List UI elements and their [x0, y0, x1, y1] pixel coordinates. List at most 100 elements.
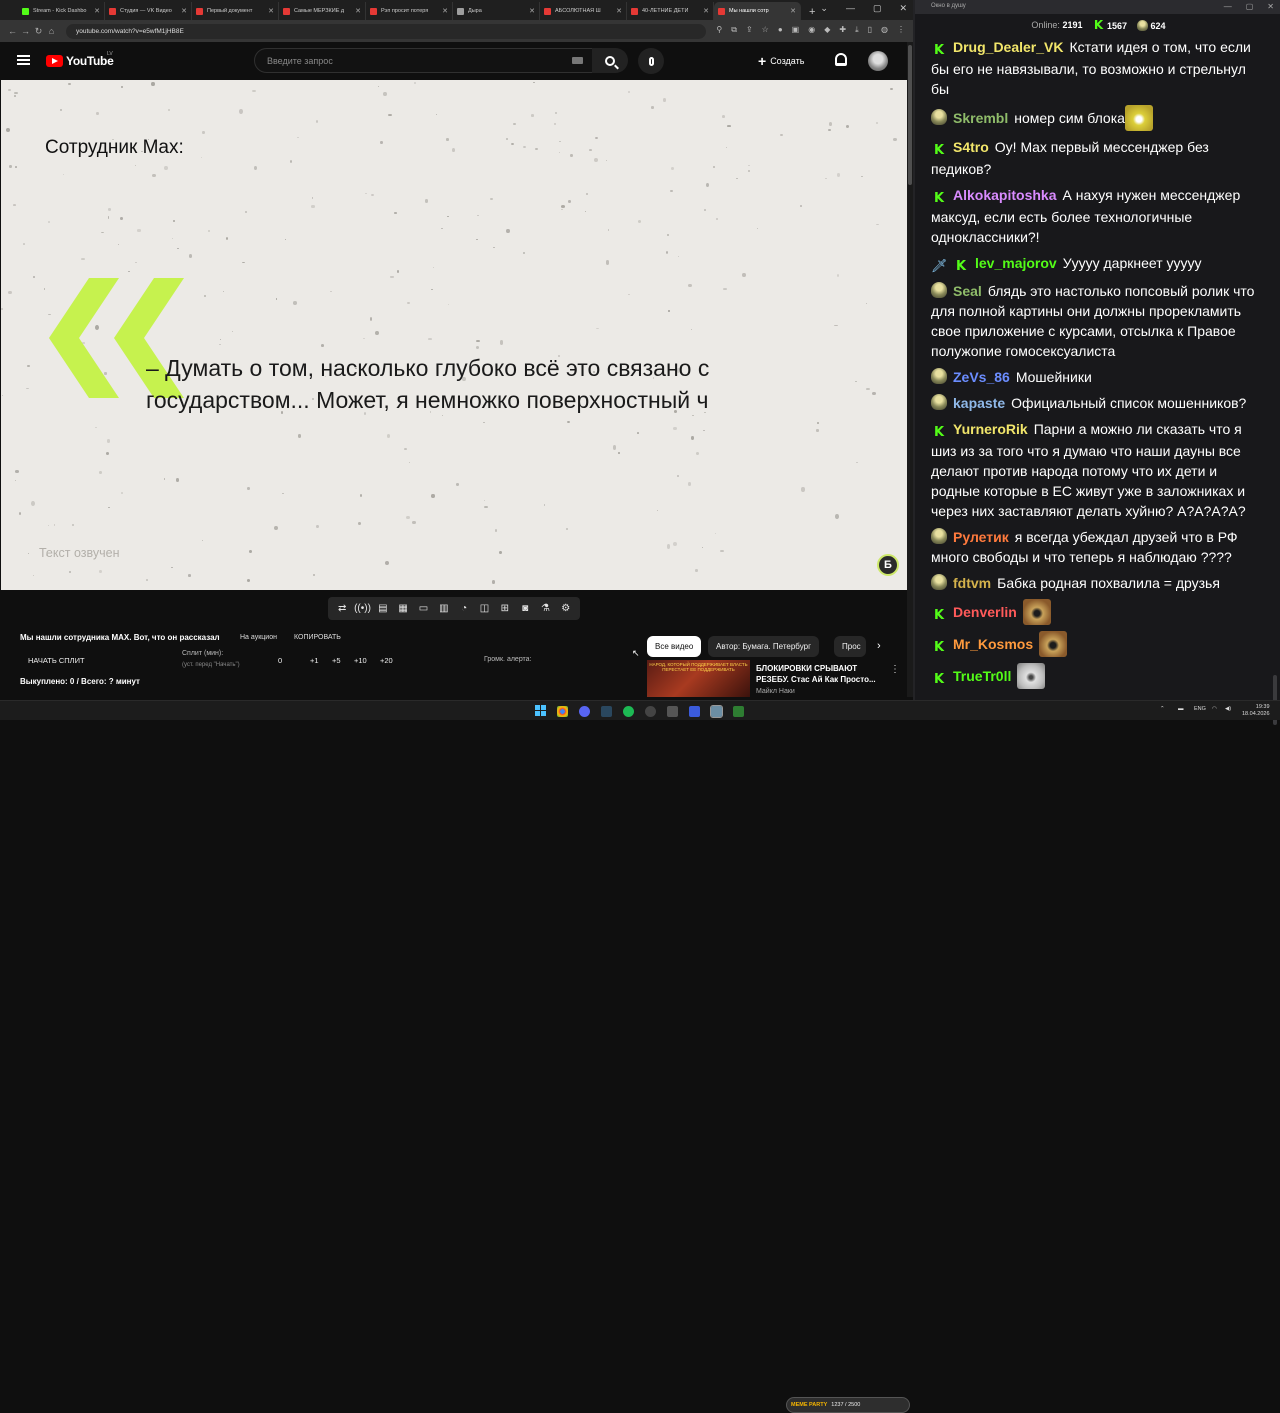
chat-username[interactable]: ZeVs_86	[953, 369, 1010, 385]
chat-username[interactable]: Drug_Dealer_VK	[953, 39, 1064, 55]
chat-username[interactable]: YurneroRik	[953, 421, 1028, 437]
extension-icon[interactable]: ◉	[808, 25, 815, 35]
tab-close-icon[interactable]: ✕	[94, 7, 100, 15]
clapper-icon[interactable]: ▦	[397, 602, 410, 615]
chrome-icon[interactable]	[557, 706, 568, 717]
increment-button[interactable]: +5	[332, 656, 341, 665]
browser-tab[interactable]: Первый документ✕	[192, 2, 279, 20]
tab-close-icon[interactable]: ✕	[355, 7, 361, 15]
increment-button[interactable]: +20	[380, 656, 393, 665]
increment-button[interactable]: +1	[310, 656, 319, 665]
share-icon[interactable]: ⇪	[746, 25, 753, 35]
add-clip-icon[interactable]: ⊞	[498, 602, 511, 615]
more-options-icon[interactable]: ⋮	[890, 664, 900, 675]
chat-username[interactable]: Mr_Kosmos	[953, 636, 1033, 652]
theater-icon[interactable]: ▥	[437, 602, 450, 615]
maximize-icon[interactable]: ▢	[873, 3, 882, 14]
browser-tab[interactable]: 40-ЛЕТНИЕ ДЕТИ✕	[627, 2, 714, 20]
bookmark-star-icon[interactable]: ☆	[762, 25, 769, 35]
chip-author[interactable]: Автор: Бумага. Петербург	[708, 636, 819, 657]
settings-video-icon[interactable]: ▤	[376, 602, 389, 615]
search-button[interactable]	[592, 48, 628, 73]
voice-search-button[interactable]	[638, 48, 664, 74]
tab-search-icon[interactable]: ⌄	[820, 3, 828, 14]
extension-icon[interactable]: ◆	[824, 25, 830, 35]
language-indicator[interactable]: ENG	[1194, 706, 1206, 712]
tab-close-icon[interactable]: ✕	[616, 7, 622, 15]
increment-button[interactable]: +10	[354, 656, 367, 665]
steam-icon[interactable]	[601, 706, 612, 717]
install-icon[interactable]: ⧉	[731, 25, 737, 35]
youtube-logo-icon[interactable]	[46, 55, 63, 67]
chat-username[interactable]: lev_majorov	[975, 255, 1057, 271]
url-input[interactable]: youtube.com/watch?v=e5wfM1jHB8E	[66, 24, 706, 39]
app-icon[interactable]	[667, 706, 678, 717]
recommendation-title[interactable]: БЛОКИРОВКИ СРЫВАЮТ РЕЗЕБУ. Стас Ай Как П…	[756, 663, 888, 685]
recommendation-thumbnail[interactable]: НАРОД, КОТОРЫЙ ПОДДЕРЖИВАЕТ ВЛАСТЬ ПЕРЕС…	[647, 660, 750, 697]
clock[interactable]: 19:3918.04.2026	[1242, 704, 1270, 718]
minimize-icon[interactable]: —	[1224, 2, 1232, 11]
close-icon[interactable]: ✕	[1267, 2, 1274, 11]
network-icon[interactable]: ◠	[1212, 706, 1217, 712]
chat-username[interactable]: fdtvm	[953, 575, 991, 591]
chip-all-videos[interactable]: Все видео	[647, 636, 701, 657]
obs-icon[interactable]	[645, 706, 656, 717]
tab-close-icon[interactable]: ✕	[529, 7, 535, 15]
gear-icon[interactable]: ⚙	[559, 602, 572, 615]
discord-icon[interactable]	[579, 706, 590, 717]
app-icon[interactable]	[711, 706, 722, 717]
tray-icon[interactable]: ▬	[1178, 706, 1184, 712]
scrollbar-thumb[interactable]	[908, 45, 912, 185]
volume-icon[interactable]: ◀)	[1225, 706, 1231, 712]
reload-icon[interactable]: ↻	[32, 26, 45, 37]
app-icon[interactable]	[733, 706, 744, 717]
loop-icon[interactable]: ⇄	[336, 602, 349, 615]
tab-close-icon[interactable]: ✕	[268, 7, 274, 15]
tab-close-icon[interactable]: ✕	[703, 7, 709, 15]
camera-icon[interactable]: ◙	[519, 602, 532, 615]
chat-username[interactable]: TrueTr0ll	[953, 668, 1011, 684]
browser-tab[interactable]: Рэп просит потеря✕	[366, 2, 453, 20]
speed-icon[interactable]: ◔	[458, 602, 471, 615]
download-icon[interactable]: ⤓	[855, 25, 859, 35]
chat-username[interactable]: Denverlin	[953, 604, 1017, 620]
tab-close-icon[interactable]: ✕	[790, 7, 796, 15]
close-window-icon[interactable]: ✕	[899, 3, 907, 14]
create-button[interactable]: +Создать	[758, 52, 804, 69]
home-icon[interactable]: ⌂	[45, 26, 58, 36]
video-player[interactable]: Сотрудник Max: – Думать о том, насколько…	[1, 80, 907, 590]
auction-button[interactable]: На аукцион	[240, 634, 277, 641]
browser-tab[interactable]: Дыра✕	[453, 2, 540, 20]
menu-icon[interactable]	[17, 55, 30, 65]
tab-close-icon[interactable]: ✕	[181, 7, 187, 15]
filter-icon[interactable]: ◫	[478, 602, 491, 615]
meme-party-widget[interactable]: MEME PARTY1237 / 2500	[786, 1397, 910, 1413]
app-icon[interactable]	[689, 706, 700, 717]
miniplayer-icon[interactable]: ▭	[417, 602, 430, 615]
chat-username[interactable]: kapaste	[953, 395, 1005, 411]
copy-button[interactable]: КОПИРОВАТЬ	[294, 634, 341, 641]
maximize-icon[interactable]: ▢	[1246, 2, 1254, 11]
tab-close-icon[interactable]: ✕	[442, 7, 448, 15]
extension-icon[interactable]: ▣	[792, 25, 800, 35]
windows-start-icon[interactable]	[535, 705, 546, 716]
notifications-bell-icon[interactable]	[835, 53, 847, 66]
chip-more[interactable]: Прос	[834, 636, 866, 657]
chat-username[interactable]: Рулетик	[953, 529, 1009, 545]
spotify-icon[interactable]	[623, 706, 634, 717]
keyboard-icon[interactable]	[572, 57, 583, 64]
back-icon[interactable]: ←	[6, 26, 19, 36]
flask-icon[interactable]: ⚗	[539, 602, 552, 615]
browser-tab[interactable]: Stream - Kick Dashbo✕	[18, 2, 105, 20]
puzzle-icon[interactable]: ✚	[839, 25, 846, 35]
minimize-icon[interactable]: —	[846, 3, 855, 14]
extension-icon[interactable]: ●	[778, 25, 783, 35]
browser-tab[interactable]: АБСОЛЮТНАЯ Ш✕	[540, 2, 627, 20]
menu-dots-icon[interactable]: ⋮	[897, 25, 905, 35]
chevron-right-icon[interactable]: ›	[877, 640, 881, 652]
chat-username[interactable]: S4tro	[953, 139, 989, 155]
avatar[interactable]	[868, 51, 888, 71]
forward-icon[interactable]: →	[19, 26, 32, 36]
tray-chevron-icon[interactable]: ⌃	[1160, 706, 1165, 712]
zoom-icon[interactable]: ⚲	[716, 25, 722, 35]
